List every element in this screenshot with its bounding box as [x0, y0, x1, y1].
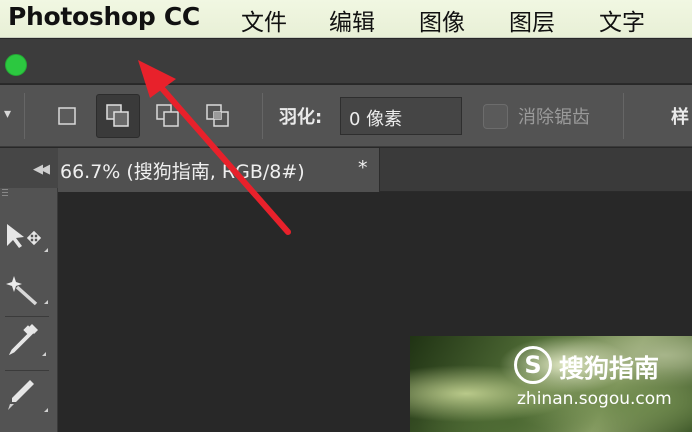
feather-input[interactable]: 0 像素: [340, 97, 462, 135]
menu-bar: Photoshop CC 文件 编辑 图像 图层 文字: [0, 0, 692, 38]
menu-image[interactable]: 图像: [419, 3, 465, 37]
anti-alias-label: 消除锯齿: [518, 107, 590, 128]
document-modified-indicator[interactable]: *: [358, 157, 368, 179]
brush-icon: [8, 380, 48, 412]
feather-label: 羽化:: [279, 107, 323, 128]
add-to-selection-icon: [106, 104, 129, 127]
intersect-selection-icon: [206, 104, 229, 127]
path-selection-icon: [7, 224, 48, 252]
menu-file[interactable]: 文件: [241, 3, 287, 37]
subtract-from-selection-button[interactable]: [146, 94, 190, 138]
document-tab-label: 66.7% (搜狗指南, RGB/8#): [60, 161, 305, 183]
menu-type[interactable]: 文字: [599, 3, 645, 37]
divider: [623, 93, 624, 139]
intersect-selection-button[interactable]: [196, 94, 240, 138]
watermark-name: 搜狗指南: [559, 354, 660, 383]
zoom-window-button[interactable]: [5, 54, 27, 76]
app-menu[interactable]: Photoshop CC: [8, 2, 200, 31]
tool-preset-dropdown-icon[interactable]: ▾: [4, 106, 11, 122]
watermark-url: zhinan.sogou.com: [517, 389, 672, 409]
sogou-logo-icon: S: [514, 346, 552, 384]
divider: [24, 93, 25, 139]
window-title-bar: [0, 39, 692, 84]
style-label: 样: [671, 107, 689, 128]
divider: [262, 93, 263, 139]
new-selection-icon: [58, 107, 76, 125]
subtract-from-selection-icon: [156, 104, 179, 127]
divider: [5, 316, 49, 317]
path-selection-tool[interactable]: [0, 218, 58, 262]
magic-wand-tool[interactable]: [0, 268, 58, 312]
add-to-selection-button[interactable]: [96, 94, 140, 138]
menu-edit[interactable]: 编辑: [329, 3, 375, 37]
anti-alias-checkbox[interactable]: [483, 104, 508, 129]
eyedropper-icon: [8, 324, 46, 356]
eyedropper-tool[interactable]: [0, 320, 58, 364]
tools-panel-header: [0, 148, 58, 192]
collapse-panel-icon[interactable]: ◀◀: [33, 162, 50, 177]
menu-layer[interactable]: 图层: [509, 3, 555, 37]
magic-wand-icon: [6, 276, 48, 306]
brush-tool[interactable]: [0, 374, 58, 418]
divider: [5, 370, 49, 371]
panel-grip-icon[interactable]: [2, 189, 8, 197]
new-selection-button[interactable]: [45, 94, 89, 138]
